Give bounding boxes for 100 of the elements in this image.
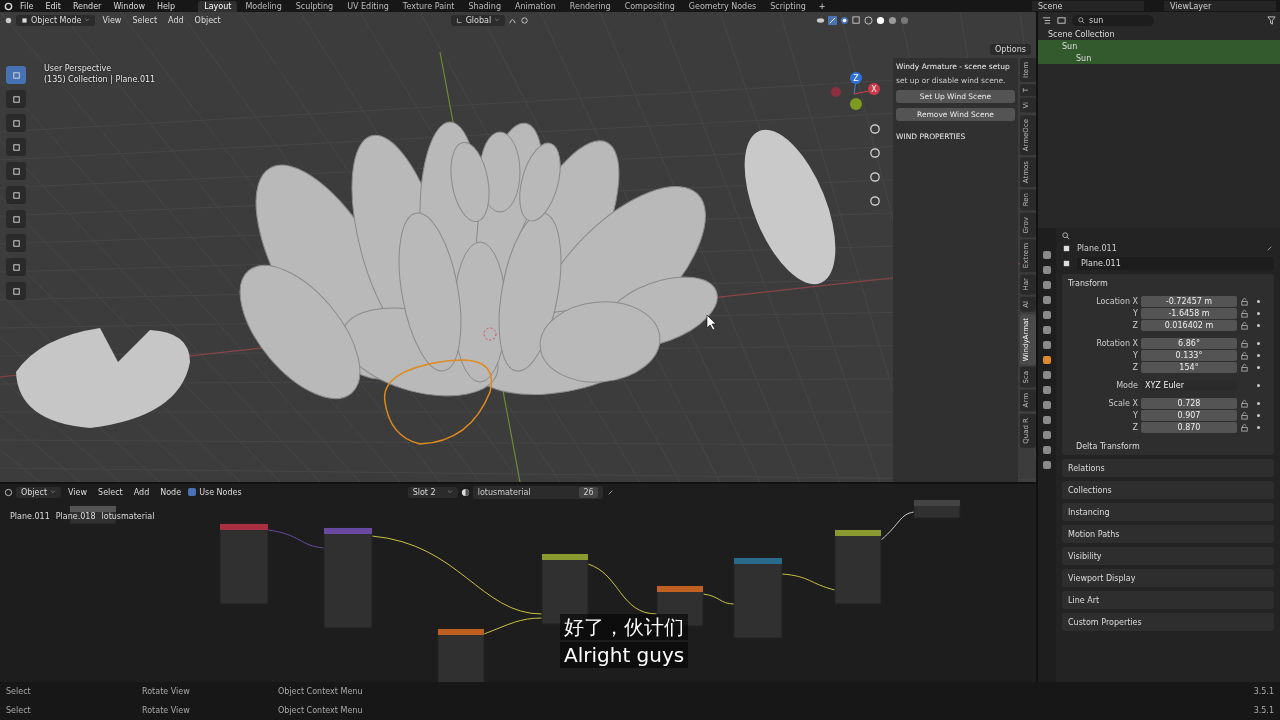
lock-icon: [1240, 351, 1249, 360]
keyframe-dot-icon[interactable]: [1257, 402, 1260, 405]
options-dropdown[interactable]: Options: [990, 44, 1031, 55]
mode-dropdown[interactable]: Object Mode: [16, 14, 96, 26]
scene-field[interactable]: Scene: [1032, 1, 1144, 11]
number-field[interactable]: 154°: [1141, 362, 1237, 373]
axes-icon: [455, 16, 463, 24]
panel-header[interactable]: Transform: [1068, 277, 1268, 289]
number-field[interactable]: 0.907: [1141, 410, 1237, 421]
filter-icon: [1267, 15, 1276, 25]
workspace-tab[interactable]: UV Editing: [341, 0, 395, 12]
cube-tool-icon[interactable]: [6, 282, 26, 300]
rotate-tool-icon[interactable]: [6, 138, 26, 156]
menu-item[interactable]: Window: [108, 1, 150, 11]
scale-tool-icon[interactable]: [6, 162, 26, 180]
workspace-tab[interactable]: Rendering: [563, 0, 617, 12]
material-field[interactable]: lotusmaterial 26: [472, 485, 603, 499]
keyframe-dot-icon[interactable]: [1257, 414, 1260, 417]
viewport-info-text: (135) Collection | Plane.011: [44, 75, 156, 84]
outliner-row[interactable]: Scene Collection: [1038, 28, 1280, 40]
node-link-line: [267, 529, 325, 549]
subpanel-header[interactable]: Delta Transform: [1076, 440, 1268, 452]
workspace-tab[interactable]: Animation: [509, 0, 562, 12]
filter-view-icon: [1057, 15, 1066, 25]
menu-item[interactable]: Node: [156, 487, 186, 497]
lock-icon: [1240, 321, 1249, 330]
number-field[interactable]: -0.72457 m: [1141, 296, 1237, 307]
view-layer-field[interactable]: ViewLayer: [1164, 1, 1276, 11]
measure-tool-icon[interactable]: [6, 234, 26, 252]
menu-item[interactable]: File: [15, 1, 39, 11]
workspace-tab[interactable]: Shading: [462, 0, 507, 12]
menu-item[interactable]: Edit: [40, 1, 66, 11]
workspace-tab[interactable]: Texture Paint: [396, 0, 461, 12]
keyframe-dot-icon[interactable]: [1257, 324, 1260, 327]
shader-node-drawing[interactable]: [323, 527, 373, 629]
add-workspace-button[interactable]: +: [813, 1, 831, 11]
workspace-tab[interactable]: Compositing: [618, 0, 681, 12]
keyframe-dot-icon[interactable]: [1257, 300, 1260, 303]
menu-item[interactable]: Select: [128, 15, 162, 25]
proportional-edit-icon: [520, 15, 530, 25]
workspace-tab[interactable]: Scripting: [764, 0, 812, 12]
shader-node-drawing[interactable]: [913, 499, 961, 519]
viewport-info-text: User Perspective: [44, 64, 113, 73]
shader-node-drawing[interactable]: [834, 529, 882, 605]
node-link-line: [781, 573, 836, 591]
number-field[interactable]: 0.870: [1141, 422, 1237, 433]
node-link-line: [587, 563, 658, 615]
workspace-tab[interactable]: Layout: [198, 0, 238, 12]
field-label: Y: [1132, 351, 1138, 360]
shader-node-drawing[interactable]: [219, 523, 269, 605]
breadcrumb-item[interactable]: Plane.011: [10, 512, 50, 521]
object-name: Plane.011: [1077, 244, 1117, 253]
annotate-tool-icon[interactable]: [6, 210, 26, 228]
number-field[interactable]: 6.86°: [1141, 338, 1237, 349]
keyframe-dot-icon[interactable]: [1257, 342, 1260, 345]
menu-item[interactable]: Select: [94, 487, 127, 497]
field-label: Scale X: [1107, 399, 1138, 408]
number-field[interactable]: 0.016402 m: [1141, 320, 1237, 331]
use-nodes-checkbox[interactable]: Use Nodes: [188, 487, 242, 497]
slot-dropdown[interactable]: Slot 2: [407, 486, 458, 498]
outliner-row[interactable]: Sun: [1038, 52, 1280, 64]
lock-icon: [1240, 363, 1249, 372]
status-hint: Object Context Menu: [278, 706, 364, 715]
menu-item[interactable]: View: [64, 487, 92, 497]
shader-node-drawing[interactable]: [437, 628, 485, 682]
workspace-tab[interactable]: Geometry Nodes: [682, 0, 763, 12]
keyframe-dot-icon[interactable]: [1257, 426, 1260, 429]
menu-item[interactable]: Help: [151, 1, 181, 11]
workspace-tab[interactable]: Modeling: [239, 0, 288, 12]
keyframe-dot-icon[interactable]: [1257, 312, 1260, 315]
number-field[interactable]: 0.728: [1141, 398, 1237, 409]
caret-icon: [50, 489, 57, 495]
version-text: 3.5.1: [1253, 706, 1274, 715]
workspace-tab[interactable]: Sculpting: [289, 0, 340, 12]
search-field[interactable]: sun: [1072, 14, 1154, 26]
rendered-shading-icon: [900, 15, 909, 25]
move-tool-icon[interactable]: [6, 114, 26, 132]
number-field[interactable]: 0.133°: [1141, 350, 1237, 361]
menu-item[interactable]: Object: [190, 15, 225, 25]
subtitle-text: 好了，伙计们: [560, 614, 689, 640]
object-dropdown[interactable]: Object: [16, 486, 62, 498]
keyframe-dot-icon[interactable]: [1257, 366, 1260, 369]
menu-item[interactable]: Render: [67, 1, 107, 11]
orientation-dropdown[interactable]: Global: [450, 14, 506, 26]
subtitle-text: Alright guys: [560, 642, 689, 668]
outliner-row[interactable]: Sun: [1038, 40, 1280, 52]
menu-item[interactable]: View: [98, 15, 126, 25]
menu-item[interactable]: Add: [129, 487, 154, 497]
add-cube-tool-icon[interactable]: [6, 258, 26, 276]
shader-node-drawing[interactable]: [733, 557, 783, 639]
menu-item[interactable]: Add: [164, 15, 188, 25]
transform-tool-icon[interactable]: [6, 186, 26, 204]
keyframe-dot-icon[interactable]: [1257, 354, 1260, 357]
breadcrumb-item[interactable]: Plane.018: [55, 512, 96, 521]
cursor-tool-icon[interactable]: [6, 90, 26, 108]
breadcrumb-item[interactable]: lotusmaterial: [101, 512, 155, 521]
keyframe-dot-icon[interactable]: [1257, 384, 1260, 387]
number-field[interactable]: -1.6458 m: [1141, 308, 1237, 319]
select-tool-icon[interactable]: [6, 66, 26, 84]
object-name-field[interactable]: Plane.011: [1077, 257, 1274, 270]
